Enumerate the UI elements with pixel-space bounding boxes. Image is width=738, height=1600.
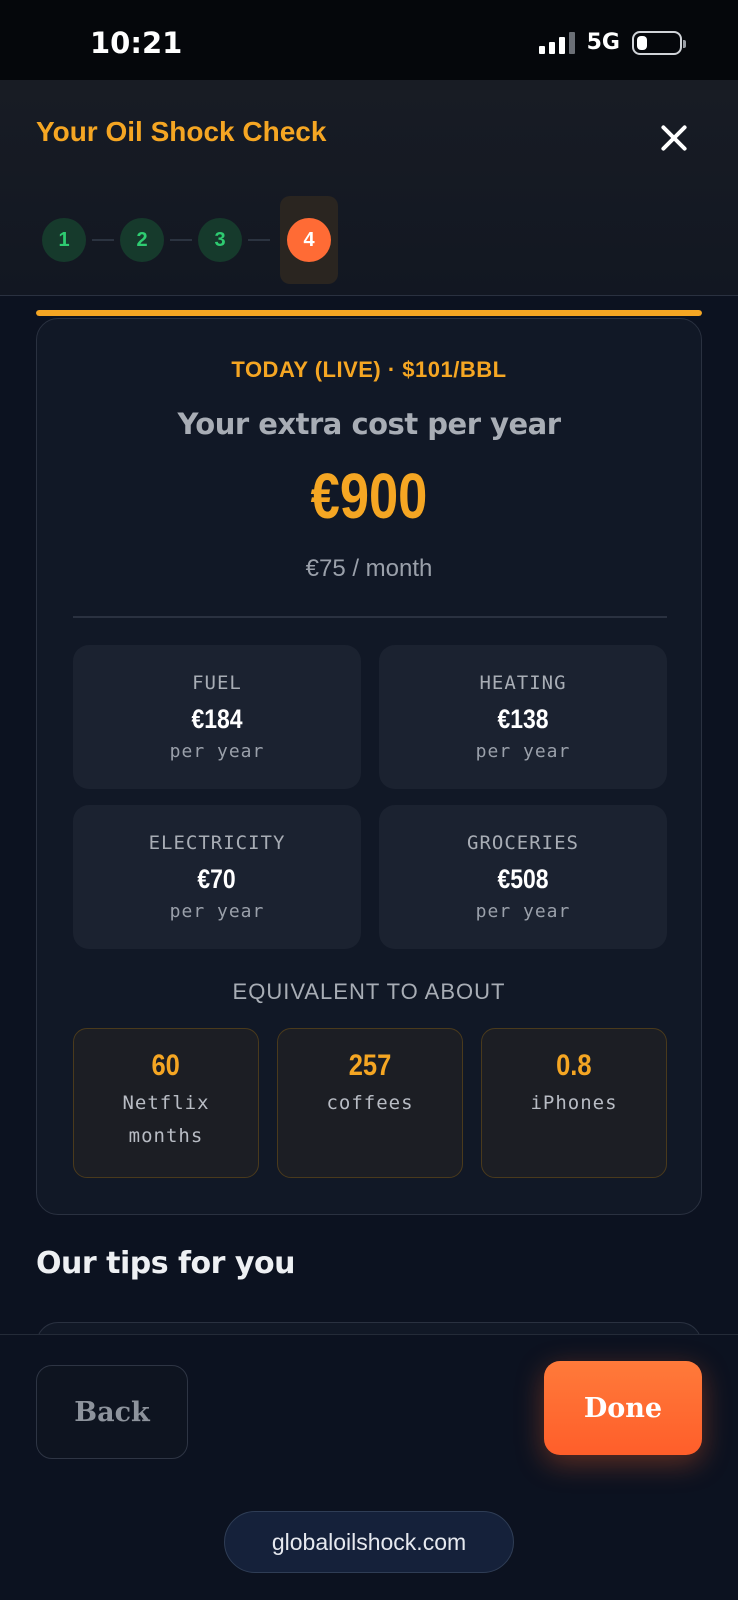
step-connector xyxy=(170,239,192,241)
category-tile-groceries: GROCERIES €508 per year xyxy=(379,805,667,949)
monthly-cost: €75 / month xyxy=(305,555,433,582)
status-indicators: 5G xyxy=(538,30,686,55)
step-2[interactable]: 2 xyxy=(120,218,164,262)
step-4-highlight: 4 xyxy=(280,196,338,284)
close-icon[interactable] xyxy=(656,120,692,156)
status-bar: 10:21 5G xyxy=(0,0,738,80)
stepper: 1 2 3 4 xyxy=(42,196,338,284)
category-name: ELECTRICITY xyxy=(148,832,286,854)
equivalent-value: 60 xyxy=(151,1049,181,1082)
category-name: HEATING xyxy=(479,672,567,694)
step-4[interactable]: 4 xyxy=(287,218,331,262)
step-1[interactable]: 1 xyxy=(42,218,86,262)
extra-cost-heading: Your extra cost per year xyxy=(177,407,561,441)
category-tile-heating: HEATING €138 per year xyxy=(379,645,667,789)
step-connector xyxy=(92,239,114,241)
step-connector xyxy=(248,239,270,241)
divider xyxy=(73,616,667,618)
category-unit: per year xyxy=(475,741,571,762)
step-3[interactable]: 3 xyxy=(198,218,242,262)
live-price-label: TODAY (LIVE) · $101/BBL xyxy=(231,357,507,382)
site-url[interactable]: globaloilshock.com xyxy=(224,1511,514,1573)
category-unit: per year xyxy=(169,741,265,762)
category-name: GROCERIES xyxy=(467,832,579,854)
category-name: FUEL xyxy=(192,672,242,694)
equivalent-heading: EQUIVALENT TO ABOUT xyxy=(232,979,506,1004)
category-tile-electricity: ELECTRICITY €70 per year xyxy=(73,805,361,949)
equivalent-label: Netflix months xyxy=(122,1092,210,1147)
equivalents: 60 Netflix months 257 coffees 0.8 iPhone… xyxy=(73,1028,667,1178)
category-unit: per year xyxy=(169,901,265,922)
equivalent-tile-iphones: 0.8 iPhones xyxy=(481,1028,667,1178)
equivalent-label: coffees xyxy=(326,1092,414,1114)
category-value: €508 xyxy=(497,864,549,894)
category-value: €70 xyxy=(197,864,237,894)
status-time: 10:21 xyxy=(90,26,183,60)
equivalent-tile-netflix: 60 Netflix months xyxy=(73,1028,259,1178)
battery-level xyxy=(637,35,647,50)
equivalent-label: iPhones xyxy=(530,1092,618,1114)
signal-icon xyxy=(538,31,575,54)
progress-bar xyxy=(36,310,702,316)
network-label: 5G xyxy=(586,30,620,55)
equivalent-value: 0.8 xyxy=(556,1049,592,1082)
category-value: €184 xyxy=(191,704,243,734)
category-value: €138 xyxy=(497,704,549,734)
progress-fill xyxy=(36,310,702,316)
page-title: Your Oil Shock Check xyxy=(36,116,327,147)
cost-breakdown: FUEL €184 per year HEATING €138 per year… xyxy=(73,645,667,949)
extra-cost-amount: €900 xyxy=(310,460,428,532)
bottom-action-bar: Back Done globaloilshock.com xyxy=(0,1334,738,1600)
equivalent-value: 257 xyxy=(348,1049,392,1082)
tips-heading: Our tips for you xyxy=(36,1246,295,1281)
wizard-header: Your Oil Shock Check 1 2 3 4 xyxy=(0,80,738,296)
category-unit: per year xyxy=(475,901,571,922)
result-card: TODAY (LIVE) · $101/BBL Your extra cost … xyxy=(36,318,702,1215)
category-tile-fuel: FUEL €184 per year xyxy=(73,645,361,789)
back-button[interactable]: Back xyxy=(36,1365,188,1459)
equivalent-tile-coffees: 257 coffees xyxy=(277,1028,463,1178)
battery-icon xyxy=(632,30,686,55)
done-button[interactable]: Done xyxy=(544,1361,702,1455)
